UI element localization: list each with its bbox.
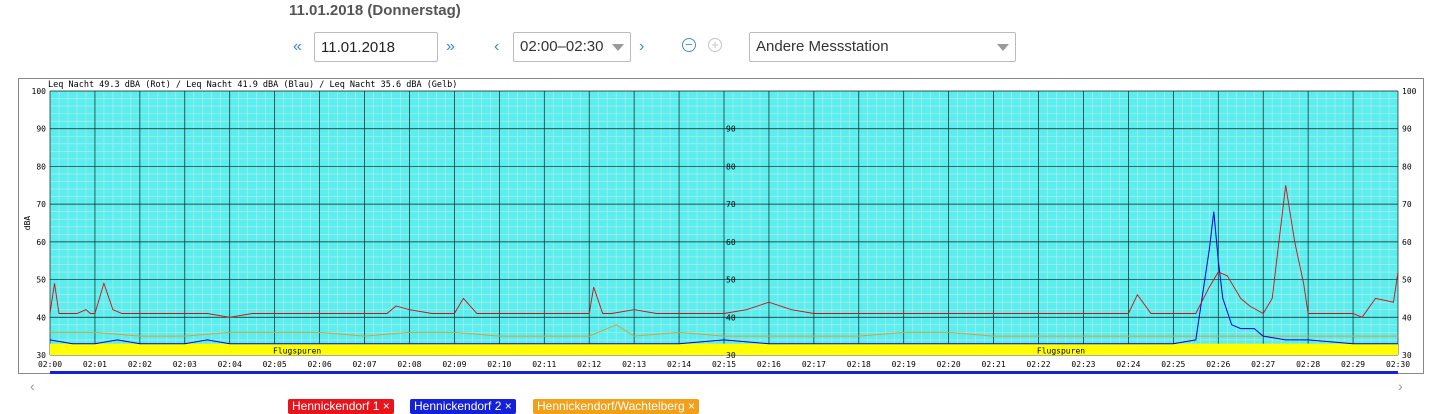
y-tick-label: 100 — [32, 87, 47, 96]
x-tick-label: 02:26 — [1206, 360, 1230, 369]
station-select[interactable]: Andere Messstation — [749, 32, 1016, 62]
x-tick-label: 02:17 — [802, 360, 826, 369]
y-tick-label: 90 — [36, 125, 46, 134]
y-tick-label: 40 — [36, 313, 46, 322]
chevron-down-icon — [612, 44, 624, 51]
x-tick-label: 02:29 — [1341, 360, 1365, 369]
x-tick-label: 02:01 — [83, 360, 107, 369]
station-value: Andere Messstation — [756, 38, 889, 55]
chip-hennickendorf-1[interactable]: Hennickendorf 1 × — [288, 399, 394, 414]
x-tick-label: 02:03 — [173, 360, 197, 369]
previous-slot-button[interactable]: ‹ — [494, 37, 499, 57]
y-tick-label-right: 40 — [1402, 313, 1412, 322]
flight-track-label: Flugspuren — [273, 346, 321, 355]
x-tick-label: 02:02 — [128, 360, 152, 369]
x-tick-label: 02:24 — [1116, 360, 1140, 369]
scroll-left-arrow[interactable]: ‹ — [30, 378, 35, 394]
y-tick-label-right: 70 — [1402, 200, 1412, 209]
y-tick-label: 60 — [36, 238, 46, 247]
inner-y-tick-label: 40 — [726, 313, 736, 322]
x-tick-label: 02:12 — [577, 360, 601, 369]
x-tick-label: 02:28 — [1296, 360, 1320, 369]
x-tick-label: 02:07 — [352, 360, 376, 369]
date-title: 11.01.2018 (Donnerstag) — [289, 2, 461, 19]
x-tick-label: 02:00 — [38, 360, 62, 369]
inner-y-tick-label: 80 — [726, 162, 736, 171]
x-tick-label: 02:22 — [1026, 360, 1050, 369]
chevron-down-icon — [997, 44, 1009, 51]
y-tick-label: 30 — [36, 351, 46, 360]
inner-y-tick-label: 70 — [726, 200, 736, 209]
chip-hennickendorf-wachtelberg[interactable]: Hennickendorf/Wachtelberg × — [533, 399, 699, 414]
zoom-out-icon[interactable]: − — [682, 38, 696, 52]
noise-chart: Flugspuren Flugspuren 30 40 50 60 70 80 90 30 30 40… — [18, 78, 1424, 374]
inner-y-tick-label: 60 — [726, 238, 736, 247]
next-slot-button[interactable]: › — [639, 37, 644, 57]
zoom-in-icon[interactable]: + — [708, 38, 722, 52]
y-tick-label-right: 90 — [1402, 125, 1412, 134]
x-tick-label: 02:20 — [937, 360, 961, 369]
inner-y-tick-label: 50 — [726, 276, 736, 285]
x-tick-label: 02:08 — [397, 360, 421, 369]
x-tick-label: 02:25 — [1161, 360, 1185, 369]
x-tick-label: 02:21 — [982, 360, 1006, 369]
y-tick-label: 50 — [36, 276, 46, 285]
x-tick-label: 02:11 — [532, 360, 556, 369]
x-tick-label: 02:04 — [218, 360, 242, 369]
y-tick-label-right: 60 — [1402, 238, 1412, 247]
previous-day-button[interactable]: « — [293, 37, 302, 57]
x-tick-label: 02:10 — [487, 360, 511, 369]
time-slot-value: 02:00–02:30 — [520, 38, 604, 55]
inner-y-tick-label: 90 — [726, 125, 736, 134]
flight-track-band — [50, 343, 1398, 355]
chip-hennickendorf-2[interactable]: Hennickendorf 2 × — [410, 399, 516, 414]
y-axis-label: dBA — [23, 216, 32, 231]
flight-track-label: Flugspuren — [1037, 346, 1085, 355]
y-tick-label-right: 50 — [1402, 276, 1412, 285]
inner-y-tick-label: 30 — [726, 351, 736, 360]
time-slot-select[interactable]: 02:00–02:30 — [513, 32, 631, 62]
x-tick-label: 02:16 — [757, 360, 781, 369]
x-tick-label: 02:19 — [892, 360, 916, 369]
x-tick-label: 02:27 — [1251, 360, 1275, 369]
x-tick-label: 02:09 — [442, 360, 466, 369]
x-tick-label: 02:18 — [847, 360, 871, 369]
x-tick-label: 02:05 — [263, 360, 287, 369]
y-tick-label-right: 100 — [1402, 87, 1417, 96]
y-tick-label-right: 80 — [1402, 162, 1412, 171]
x-tick-label: 02:30 — [1386, 360, 1410, 369]
x-tick-label: 02:15 — [712, 360, 736, 369]
x-tick-label: 02:23 — [1071, 360, 1095, 369]
scroll-right-arrow[interactable]: › — [1398, 378, 1403, 394]
x-tick-label: 02:13 — [622, 360, 646, 369]
date-input[interactable] — [314, 32, 438, 62]
time-range-bar — [50, 371, 1398, 374]
next-day-button[interactable]: » — [446, 37, 455, 57]
y-tick-label: 80 — [36, 162, 46, 171]
chart-title: Leq Nacht 49.3 dBA (Rot) / Leq Nacht 41.… — [48, 80, 457, 90]
y-tick-label: 70 — [36, 200, 46, 209]
x-tick-label: 02:06 — [308, 360, 332, 369]
x-tick-label: 02:14 — [667, 360, 691, 369]
y-tick-label-right: 30 — [1402, 351, 1412, 360]
